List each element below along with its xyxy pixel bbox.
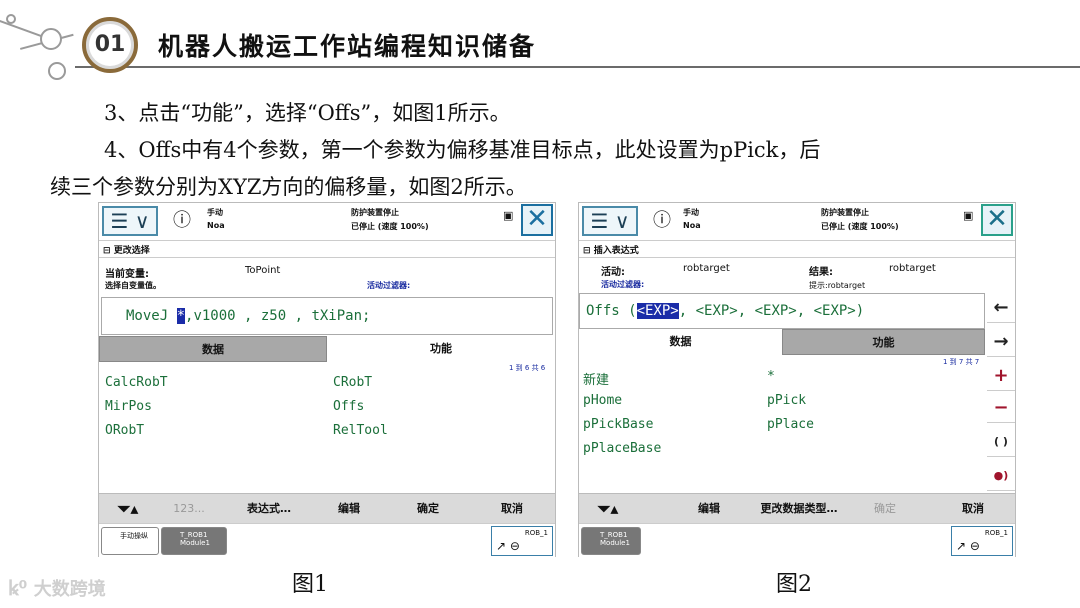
parentheses-button[interactable]: ( ) [987, 427, 1015, 457]
mode-status: 手动 [207, 208, 223, 217]
top-bar: ☰ ∨ ⓘ 手动 Noa 防护装置停止 已停止 (速度 100%) ▣ ✕ [579, 203, 1015, 241]
figure-1-screen: ☰ ∨ ⓘ 手动 Noa 防护装置停止 已停止 (速度 100%) ▣ ✕ ⊟ … [98, 202, 556, 557]
filter-label: 活动过滤器: [367, 281, 411, 290]
selected-argument[interactable]: <EXP> [636, 303, 679, 319]
list-item[interactable]: Offs [333, 399, 364, 414]
filter-icon[interactable]: ⏷▴ [103, 494, 153, 524]
task-module[interactable]: T_ROB1 Module1 [161, 527, 227, 555]
item-count: 1 到 7 共 7 [943, 358, 980, 366]
bottom-toolbar: ⏷▴ 编辑 更改数据类型… 确定 取消 [579, 493, 1015, 523]
close-button[interactable]: ✕ [981, 204, 1013, 236]
status-bar: 手动操纵 T_ROB1 Module1 ROB_1 ↗ ⊖ [99, 523, 555, 557]
decorative-dot [48, 62, 66, 80]
divider [99, 257, 555, 258]
list-item[interactable]: RelTool [333, 423, 388, 438]
selected-argument[interactable]: * [176, 308, 186, 324]
bottom-toolbar: ⏷▴ 123... 表达式… 编辑 确定 取消 [99, 493, 555, 523]
menu-button[interactable]: ☰ ∨ [102, 206, 158, 236]
list-item[interactable]: CalcRobT [105, 375, 168, 390]
task-module[interactable]: T_ROB1 Module1 [581, 527, 641, 555]
expression-prefix: Offs ( [586, 303, 637, 319]
tab-data[interactable]: 数据 [99, 336, 327, 362]
arrow-right-button[interactable]: → [987, 327, 1015, 357]
filter-icon[interactable]: ⏷▴ [583, 494, 633, 524]
breadcrumb: ⊟ 更改选择 [103, 246, 150, 256]
page-title: 机器人搬运工作站编程知识储备 [158, 32, 537, 61]
speed-status: 已停止 (速度 100%) [351, 222, 429, 231]
result-value: robtarget [889, 263, 936, 274]
instruction-line-3: 续三个参数分别为XYZ方向的偏移量，如图2所示。 [50, 175, 527, 199]
result-label: 结果: [809, 267, 833, 278]
decorative-dot [6, 14, 16, 24]
active-type-label: 活动: [601, 267, 625, 278]
expression-rest: , <EXP>, <EXP>, <EXP>) [678, 303, 865, 319]
decorative-dot [40, 28, 62, 50]
instruction-line-2: 4、Offs中有4个参数，第一个参数为偏移基准目标点，此处设置为pPick，后 [104, 138, 821, 162]
select-instruction: 选择自变量值。 [105, 281, 161, 290]
expression-button[interactable]: 表达式… [219, 494, 319, 524]
top-bar: ☰ ∨ ⓘ 手动 Noa 防护装置停止 已停止 (速度 100%) ▣ ✕ [99, 203, 555, 241]
list-item[interactable]: MirPos [105, 399, 152, 414]
hint-text: 提示:robtarget [809, 281, 866, 290]
task-jogging[interactable]: 手动操纵 [101, 527, 159, 555]
ok-button[interactable]: 确定 [855, 494, 915, 524]
list-item[interactable]: pPick [767, 393, 806, 408]
figure-1-caption: 图1 [292, 572, 328, 597]
list-item[interactable]: pPickBase [583, 417, 653, 432]
robot-unit-button[interactable]: ROB_1 ↗ ⊖ [491, 526, 553, 556]
list-item[interactable]: CRobT [333, 375, 372, 390]
figure-2-caption: 图2 [776, 572, 812, 597]
safety-status: 防护装置停止 [351, 208, 399, 217]
list-item[interactable]: pPlace [767, 417, 814, 432]
item-count: 1 到 6 共 6 [509, 364, 546, 372]
info-icon[interactable]: ⓘ [649, 206, 675, 234]
figure-2-screen: ☰ ∨ ⓘ 手动 Noa 防护装置停止 已停止 (速度 100%) ▣ ✕ ⊟ … [578, 202, 1016, 557]
logo: ꝃ⁰ 大数跨境 [8, 576, 106, 600]
cancel-button[interactable]: 取消 [943, 494, 1003, 524]
numeric-button[interactable]: 123... [159, 494, 219, 524]
current-variable-value: ToPoint [245, 265, 281, 276]
info-icon[interactable]: ⓘ [169, 206, 195, 234]
active-type-value: robtarget [683, 263, 730, 274]
expression-box[interactable]: Offs (<EXP>, <EXP>, <EXP>, <EXP>) [579, 293, 985, 329]
edit-button[interactable]: 编辑 [679, 494, 739, 524]
add-button[interactable]: + [987, 361, 1015, 391]
controller-id: Noa [683, 221, 701, 230]
divider [579, 257, 1015, 258]
program-icon: ▣ [503, 209, 514, 222]
list-item[interactable]: ORobT [105, 423, 144, 438]
controller-id: Noa [207, 221, 225, 230]
menu-button[interactable]: ☰ ∨ [582, 206, 638, 236]
list-item[interactable]: 新建 [583, 369, 609, 388]
expression-box[interactable]: MoveJ *,v1000 , z50 , tXiPan; [101, 297, 553, 335]
expression-rest: ,v1000 , z50 , tXiPan; [185, 308, 371, 324]
instruction-line-1: 3、点击“功能”，选择“Offs”，如图1所示。 [104, 101, 511, 125]
toggle-button[interactable]: ●) [987, 461, 1015, 491]
safety-status: 防护装置停止 [821, 208, 869, 217]
section-number: 01 [94, 32, 126, 57]
close-button[interactable]: ✕ [521, 204, 553, 236]
ok-button[interactable]: 确定 [395, 494, 461, 524]
mode-status: 手动 [683, 208, 699, 217]
program-icon: ▣ [963, 209, 974, 222]
breadcrumb: ⊟ 插入表达式 [583, 246, 639, 256]
status-bar: T_ROB1 Module1 ROB_1 ↗ ⊖ [579, 523, 1015, 557]
remove-button[interactable]: − [987, 393, 1015, 423]
cancel-button[interactable]: 取消 [479, 494, 545, 524]
list-item[interactable]: pHome [583, 393, 622, 408]
tab-function[interactable]: 功能 [327, 336, 555, 362]
header-divider [75, 66, 1080, 68]
list-item[interactable]: * [767, 369, 775, 384]
edit-button[interactable]: 编辑 [319, 494, 379, 524]
arrow-left-button[interactable]: ← [987, 293, 1015, 323]
current-variable-label: 当前变量: [105, 269, 149, 280]
tab-data[interactable]: 数据 [579, 329, 782, 355]
filter-label: 活动过滤器: [601, 280, 645, 289]
list-item[interactable]: pPlaceBase [583, 441, 661, 456]
change-datatype-button[interactable]: 更改数据类型… [749, 494, 849, 524]
speed-status: 已停止 (速度 100%) [821, 222, 899, 231]
tab-function[interactable]: 功能 [782, 329, 985, 355]
robot-unit-button[interactable]: ROB_1 ↗ ⊖ [951, 526, 1013, 556]
expression-text: MoveJ [126, 308, 177, 324]
